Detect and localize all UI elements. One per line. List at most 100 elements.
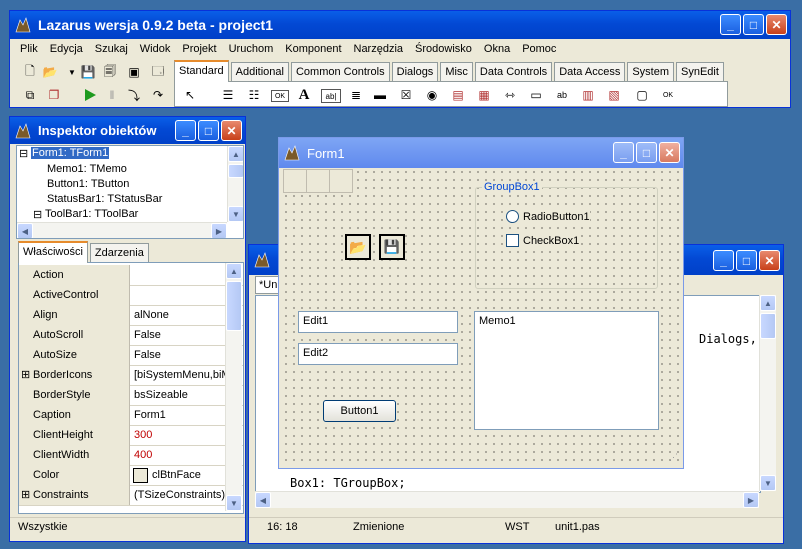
menu-okna[interactable]: Okna	[478, 43, 516, 55]
expand-plus-icon[interactable]: ⊞	[21, 368, 30, 381]
tab-properties[interactable]: Właściwości	[18, 241, 88, 263]
maximize-button[interactable]: □	[736, 250, 757, 271]
property-row[interactable]: AutoScroll False	[19, 325, 243, 346]
property-row[interactable]: AutoSize False	[19, 345, 243, 366]
memo1[interactable]: Memo1	[474, 311, 659, 430]
minimize-button[interactable]: _	[175, 120, 196, 141]
new-unit-icon[interactable]: 🗔	[150, 64, 166, 80]
close-button[interactable]: ✕	[766, 14, 787, 35]
label-component-icon[interactable]: A	[295, 86, 313, 104]
scroll-right-icon[interactable]: ▶	[211, 223, 227, 238]
property-row[interactable]: ClientHeight 300	[19, 425, 243, 446]
toolbar-button[interactable]	[307, 170, 330, 192]
step-into-icon[interactable]: ⤵	[126, 87, 142, 103]
editor-hscroll[interactable]: ◀ ▶	[255, 491, 759, 508]
property-row[interactable]: Align alNone	[19, 305, 243, 326]
radiogroup-component-icon[interactable]: ▥	[579, 86, 597, 104]
mainmenu-icon[interactable]: ☰	[219, 86, 237, 104]
scroll-up-icon[interactable]: ▲	[226, 263, 242, 279]
checkbox1[interactable]: CheckBox1	[506, 234, 580, 247]
button-component-icon[interactable]: OK	[271, 90, 289, 102]
open-folder-icon[interactable]: 📂	[42, 64, 58, 80]
edit2[interactable]: Edit2	[298, 343, 458, 365]
scroll-up-icon[interactable]: ▲	[228, 146, 243, 162]
pause-icon[interactable]: ‖	[104, 87, 120, 103]
tree-vscroll[interactable]: ▲ ▼	[227, 146, 243, 222]
tab-events[interactable]: Zdarzenia	[89, 243, 149, 262]
menu-szukaj[interactable]: Szukaj	[89, 43, 134, 55]
property-row[interactable]: ActiveControl	[19, 285, 243, 306]
tree-expand-icon[interactable]: ⊟	[19, 147, 28, 160]
close-button[interactable]: ✕	[759, 250, 780, 271]
open-speedbutton[interactable]: 📂	[345, 234, 371, 260]
listbox-component-icon[interactable]: ▤	[449, 86, 467, 104]
property-grid[interactable]: Action ActiveControl Align alNone AutoScr…	[18, 262, 244, 514]
radiobutton1[interactable]: RadioButton1	[506, 210, 590, 223]
tab-additional[interactable]: Additional	[230, 62, 289, 81]
new-file-icon[interactable]: 🗋	[22, 64, 38, 80]
grid-vscroll[interactable]: ▲ ▼	[225, 263, 242, 511]
inspector-titlebar[interactable]: Inspektor obiektów _ □ ✕	[10, 117, 245, 144]
minimize-button[interactable]: _	[713, 250, 734, 271]
groupbox1[interactable]: GroupBox1 RadioButton1 CheckBox1	[475, 181, 658, 289]
panel-component-icon[interactable]: ▢	[633, 86, 651, 104]
property-row[interactable]: Color clBtnFace	[19, 465, 243, 486]
tab-data-access[interactable]: Data Access	[554, 62, 626, 81]
toolbar1[interactable]	[283, 169, 353, 193]
menu-pomoc[interactable]: Pomoc	[516, 43, 562, 55]
view-forms-icon[interactable]: ❐	[46, 87, 62, 103]
staticbox-component-icon[interactable]: ab	[553, 86, 571, 104]
maximize-button[interactable]: □	[198, 120, 219, 141]
maximize-button[interactable]: □	[743, 14, 764, 35]
menu-edycja[interactable]: Edycja	[44, 43, 89, 55]
toolbar-button[interactable]	[284, 170, 307, 192]
tree-item-button1[interactable]: Button1: TButton	[47, 178, 129, 190]
component-tree[interactable]: ⊟ Form1: TForm1 Memo1: TMemo Button1: TB…	[16, 145, 244, 239]
scroll-thumb[interactable]	[226, 281, 242, 331]
toggle-form-unit-icon[interactable]: ⧉	[22, 87, 38, 103]
run-icon[interactable]	[82, 87, 98, 103]
menu-projekt[interactable]: Projekt	[176, 43, 222, 55]
save-speedbutton[interactable]: 💾	[379, 234, 405, 260]
step-over-icon[interactable]: ↷	[150, 87, 166, 103]
menu-srodowisko[interactable]: Środowisko	[409, 43, 478, 55]
popupmenu-icon[interactable]: ☷	[245, 86, 263, 104]
scrollbar-component-icon[interactable]: ⇿	[501, 86, 519, 104]
tree-expand-icon[interactable]: ⊟	[33, 208, 42, 221]
tree-item-form1[interactable]: Form1: TForm1	[31, 147, 110, 159]
memo-component-icon[interactable]: ≣	[347, 86, 365, 104]
tab-data-controls[interactable]: Data Controls	[474, 62, 553, 81]
togglebox-icon[interactable]: ▬	[371, 86, 389, 104]
menu-uruchom[interactable]: Uruchom	[223, 43, 280, 55]
tab-synedit[interactable]: SynEdit	[676, 62, 724, 81]
expand-plus-icon[interactable]: ⊞	[21, 488, 30, 501]
menu-komponent[interactable]: Komponent	[279, 43, 347, 55]
save-icon[interactable]: 💾	[80, 64, 96, 80]
editor-vscroll[interactable]: ▲ ▼	[759, 295, 776, 491]
scroll-right-icon[interactable]: ▶	[743, 492, 759, 508]
scroll-thumb[interactable]	[760, 313, 776, 339]
actionlist-component-icon[interactable]: OK	[659, 86, 677, 104]
property-row[interactable]: ⊞ Constraints (TSizeConstraints)	[19, 485, 243, 506]
tab-common-controls[interactable]: Common Controls	[290, 62, 390, 81]
tree-item-statusbar1[interactable]: StatusBar1: TStatusBar	[47, 193, 162, 205]
close-button[interactable]: ✕	[659, 142, 680, 163]
property-row[interactable]: Action	[19, 265, 243, 286]
menu-widok[interactable]: Widok	[134, 43, 177, 55]
scroll-down-icon[interactable]: ▼	[226, 495, 242, 511]
groupbox-component-icon[interactable]: ▭	[527, 86, 545, 104]
menu-plik[interactable]: Plik	[14, 43, 44, 55]
maximize-button[interactable]: □	[636, 142, 657, 163]
tab-misc[interactable]: Misc	[440, 62, 473, 81]
tree-item-memo1[interactable]: Memo1: TMemo	[47, 163, 127, 175]
tab-system[interactable]: System	[627, 62, 675, 81]
tab-dialogs[interactable]: Dialogs	[391, 62, 439, 81]
scroll-left-icon[interactable]: ◀	[17, 223, 33, 238]
toolbar-button[interactable]	[330, 170, 352, 192]
button1[interactable]: Button1	[323, 400, 396, 422]
scroll-down-icon[interactable]: ▼	[228, 206, 243, 222]
resize-grip-icon[interactable]: ⋰	[669, 452, 678, 463]
checkgroup-component-icon[interactable]: ▧	[605, 86, 623, 104]
minimize-button[interactable]: _	[720, 14, 741, 35]
tree-item-toolbar1[interactable]: ToolBar1: TToolBar	[45, 208, 138, 220]
